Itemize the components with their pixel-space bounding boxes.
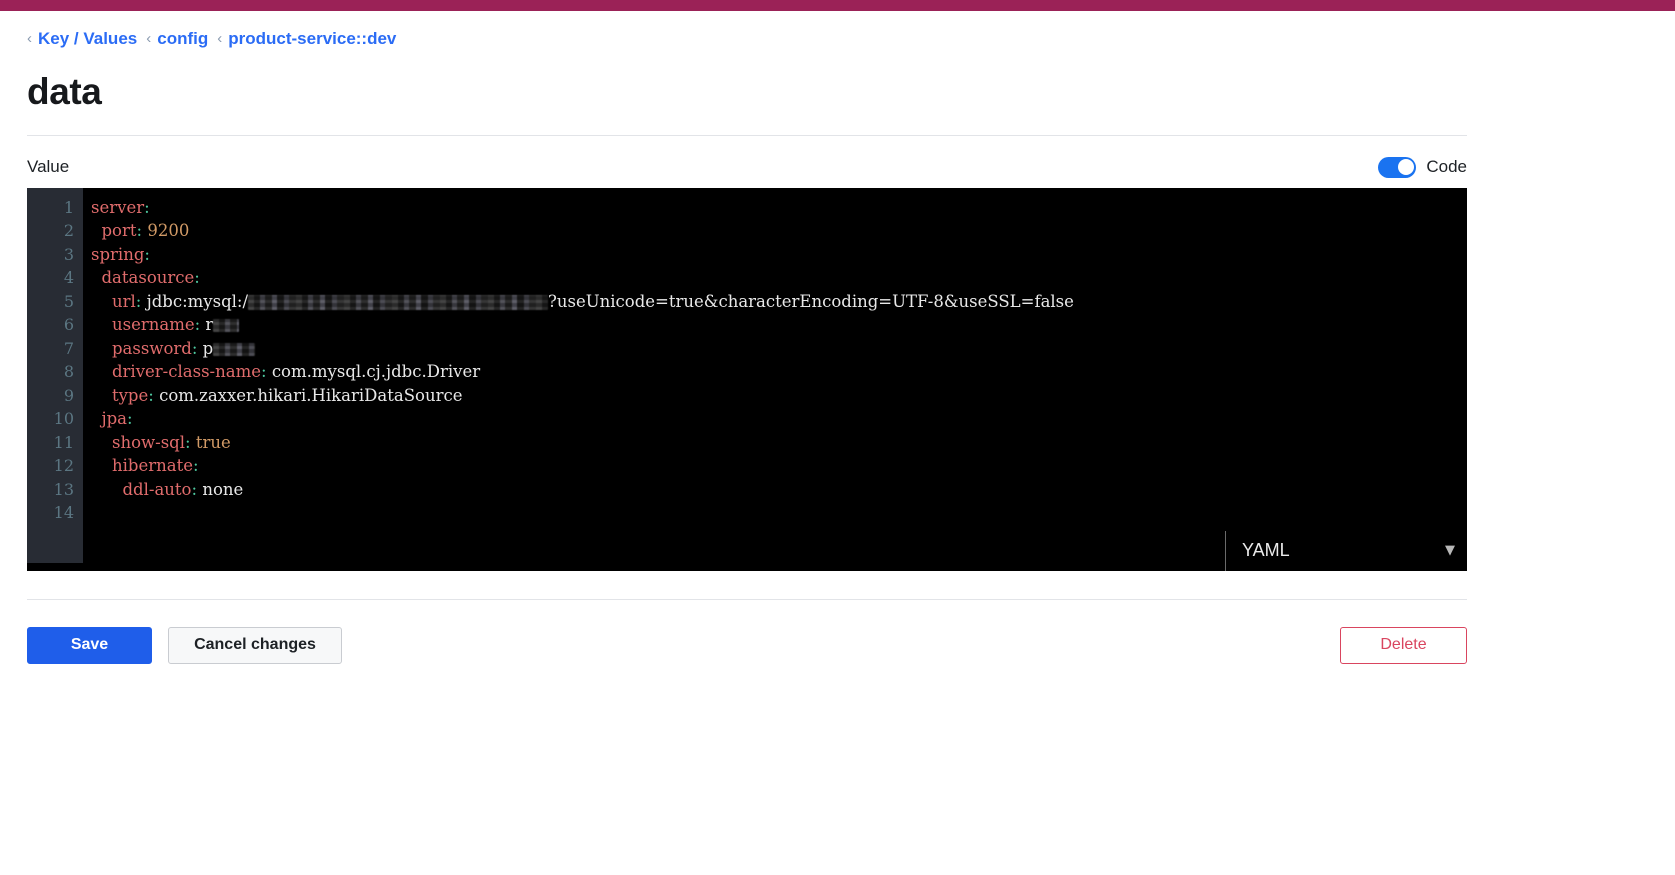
- page-title: data: [27, 71, 102, 112]
- cancel-changes-button[interactable]: Cancel changes: [168, 626, 342, 664]
- editor-code-line: hibernate:: [91, 454, 1467, 478]
- yaml-colon: :: [192, 456, 199, 476]
- title-divider: [27, 134, 1467, 136]
- yaml-colon: :: [127, 409, 133, 429]
- editor-line-number: 4: [63, 268, 74, 288]
- editor-code-line: url: jdbc:mysql:/?useUnicode=true&charac…: [91, 290, 1467, 314]
- editor-code-line: ddl-auto: none: [91, 478, 1467, 502]
- yaml-key: ddl-auto: [122, 479, 192, 499]
- breadcrumb: ‹ Key / Values ‹ config ‹ product-servic…: [27, 11, 1648, 47]
- code-toggle-switch[interactable]: [1378, 156, 1417, 178]
- code-editor[interactable]: 1 2 3 4 5 6 7 8 9 10 11 12 13 14 server: port: 9200 sp…: [27, 187, 1467, 571]
- redacted-value-username: [213, 319, 240, 333]
- actions-divider: [27, 598, 1467, 600]
- yaml-key: jpa: [101, 409, 128, 429]
- code-toggle-label: Code: [1426, 157, 1467, 177]
- editor-code-line: datasource:: [91, 266, 1467, 290]
- editor-code-line: driver-class-name: com.mysql.cj.jdbc.Dri…: [91, 360, 1467, 384]
- yaml-key: server: [91, 197, 145, 217]
- yaml-key: url: [111, 291, 136, 311]
- yaml-colon: :: [144, 244, 150, 264]
- editor-language-select[interactable]: YAML ▼: [1225, 530, 1467, 571]
- editor-line-number: 7: [63, 338, 74, 358]
- yaml-value-visible-part: p: [202, 338, 214, 358]
- code-toggle-group[interactable]: Code: [1378, 156, 1467, 178]
- yaml-key: driver-class-name: [111, 362, 261, 382]
- value-label: Value: [27, 157, 70, 177]
- yaml-value-suffix: ?useUnicode=true&characterEncoding=UTF-8…: [548, 291, 1074, 311]
- breadcrumb-item-product-service-dev[interactable]: product-service::dev: [228, 30, 405, 47]
- brand-top-bar: [0, 0, 1675, 11]
- breadcrumb-item-key-values[interactable]: Key / Values: [38, 30, 146, 47]
- breadcrumb-chevron-left-icon-1: ‹: [146, 30, 152, 47]
- editor-code-line: type: com.zaxxer.hikari.HikariDataSource: [91, 384, 1467, 408]
- delete-button[interactable]: Delete: [1340, 626, 1467, 664]
- yaml-key: spring: [91, 244, 145, 264]
- yaml-key: datasource: [101, 268, 195, 288]
- actions-left-group: Save Cancel changes: [27, 626, 342, 664]
- editor-line-number: 14: [53, 503, 74, 523]
- actions-bar: Save Cancel changes Delete: [27, 626, 1467, 664]
- editor-line-number: 6: [63, 315, 74, 335]
- yaml-value-visible-part: jdbc:mysql:/: [146, 291, 249, 311]
- editor-line-number-gutter: 1 2 3 4 5 6 7 8 9 10 11 12 13 14: [27, 187, 83, 563]
- page-content: ‹ Key / Values ‹ config ‹ product-servic…: [0, 11, 1675, 664]
- editor-line-number: 1: [63, 197, 74, 217]
- yaml-key: show-sql: [111, 432, 186, 452]
- breadcrumb-chevron-left-icon-2: ‹: [217, 30, 223, 47]
- editor-line-number: 5: [63, 291, 74, 311]
- code-toggle-knob: [1397, 159, 1414, 176]
- chevron-down-icon: ▼: [1445, 543, 1455, 559]
- editor-line-number: 9: [63, 385, 74, 405]
- editor-code-line: port: 9200: [91, 219, 1467, 243]
- redacted-value-url: [248, 294, 549, 310]
- breadcrumb-chevron-left-icon-0: ‹: [27, 30, 32, 47]
- editor-code-line: server:: [91, 196, 1467, 220]
- yaml-key: password: [111, 338, 192, 358]
- editor-code-line: [91, 501, 1467, 525]
- yaml-colon: :: [144, 197, 150, 217]
- editor-code-line: show-sql: true: [91, 431, 1467, 455]
- editor-line-number: 8: [63, 362, 74, 382]
- editor-line-number: 3: [63, 244, 74, 264]
- editor-code-area[interactable]: server: port: 9200 spring: datasource: ur…: [83, 188, 1467, 525]
- editor-line-number: 13: [53, 479, 74, 499]
- yaml-value: true: [195, 432, 231, 452]
- yaml-colon: :: [194, 268, 200, 288]
- yaml-value: none: [202, 479, 244, 499]
- editor-line-number: 2: [63, 221, 74, 241]
- redacted-value-password: [213, 342, 256, 356]
- editor-line-number: 12: [53, 456, 74, 476]
- save-button[interactable]: Save: [27, 626, 152, 664]
- editor-language-label: YAML: [1242, 540, 1290, 561]
- editor-code-line: username: r: [91, 313, 1467, 337]
- breadcrumb-item-config[interactable]: config: [157, 30, 217, 47]
- value-header-row: Value Code: [27, 156, 1467, 178]
- editor-code-line: spring:: [91, 243, 1467, 267]
- yaml-key: hibernate: [111, 456, 193, 476]
- yaml-key: username: [111, 315, 195, 335]
- editor-code-line: jpa:: [91, 407, 1467, 431]
- yaml-value: com.zaxxer.hikari.HikariDataSource: [159, 385, 463, 405]
- editor-code-line: password: p: [91, 337, 1467, 361]
- editor-line-number: 11: [53, 432, 74, 452]
- yaml-value: com.mysql.cj.jdbc.Driver: [271, 362, 481, 382]
- yaml-value-visible-part: r: [205, 315, 214, 335]
- yaml-key: port: [101, 221, 137, 241]
- editor-line-number: 10: [53, 409, 74, 429]
- yaml-value: 9200: [147, 221, 190, 241]
- yaml-key: type: [111, 385, 149, 405]
